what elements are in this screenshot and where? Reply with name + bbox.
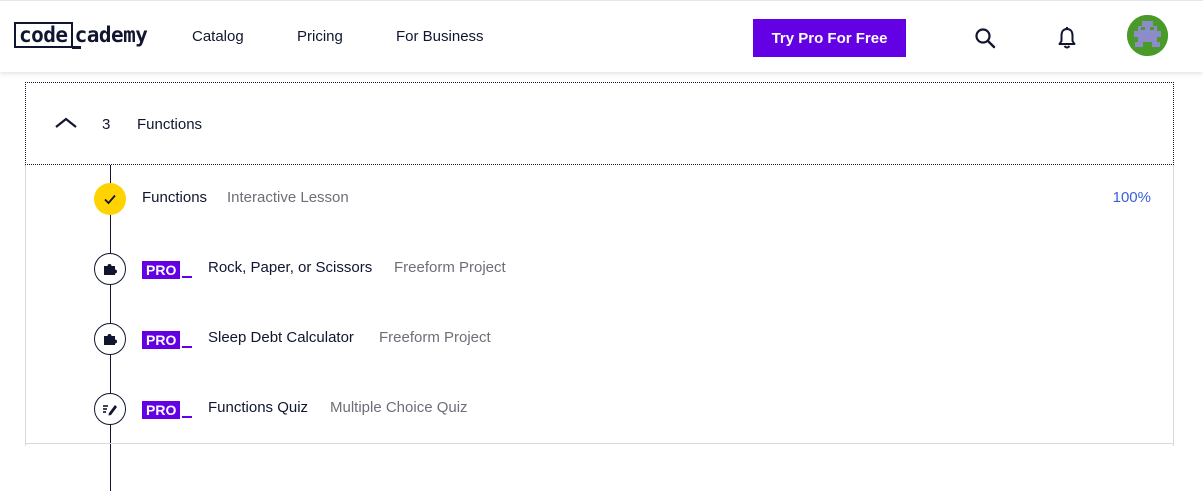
bell-icon[interactable] bbox=[1056, 26, 1078, 50]
module-title: Functions bbox=[137, 116, 203, 133]
top-navigation-bar: code cademy Catalog Pricing For Business… bbox=[0, 0, 1203, 72]
puzzle-icon bbox=[94, 323, 126, 355]
module-header-toggle[interactable]: 3 Functions bbox=[25, 82, 1174, 165]
try-pro-button[interactable]: Try Pro For Free bbox=[753, 19, 906, 57]
puzzle-icon bbox=[94, 253, 126, 285]
pro-badge-cursor bbox=[182, 346, 193, 348]
item-type: Freeform Project bbox=[379, 329, 491, 346]
pro-badge: PRO bbox=[142, 401, 193, 419]
item-title[interactable]: Sleep Debt Calculator bbox=[208, 329, 354, 346]
codecademy-logo[interactable]: code cademy bbox=[14, 22, 148, 49]
module-bottom-border bbox=[25, 443, 1174, 444]
item-title[interactable]: Functions bbox=[142, 189, 207, 206]
item-type: Multiple Choice Quiz bbox=[330, 399, 468, 416]
item-title[interactable]: Functions Quiz bbox=[208, 399, 308, 416]
nav-pricing-link[interactable]: Pricing bbox=[297, 28, 343, 45]
item-type: Interactive Lesson bbox=[227, 189, 349, 206]
list-item: PRO Functions Quiz Multiple Choice Quiz bbox=[26, 387, 1175, 431]
progress-percent: 100% bbox=[1112, 189, 1151, 206]
quiz-icon bbox=[94, 393, 126, 425]
pro-badge: PRO bbox=[142, 261, 193, 279]
user-avatar[interactable] bbox=[1127, 15, 1168, 56]
pro-badge-label: PRO bbox=[142, 401, 181, 419]
pro-badge: PRO bbox=[142, 331, 193, 349]
list-item: Functions Interactive Lesson 100% bbox=[26, 177, 1175, 221]
pro-badge-cursor bbox=[182, 276, 193, 278]
pro-badge-label: PRO bbox=[142, 261, 181, 279]
item-title[interactable]: Rock, Paper, or Scissors bbox=[208, 259, 372, 276]
pro-badge-cursor bbox=[182, 416, 193, 418]
list-item: PRO Rock, Paper, or Scissors Freeform Pr… bbox=[26, 247, 1175, 291]
chevron-up-icon bbox=[54, 115, 78, 129]
list-item: PRO Sleep Debt Calculator Freeform Proje… bbox=[26, 317, 1175, 361]
logo-rest-text: cademy bbox=[74, 23, 148, 47]
check-icon bbox=[94, 183, 126, 215]
nav-for-business-link[interactable]: For Business bbox=[396, 28, 484, 45]
module-number: 3 bbox=[102, 116, 111, 133]
logo-boxed-text: code bbox=[14, 22, 73, 48]
module-section: 3 Functions Functions Interactive Lesson… bbox=[25, 82, 1175, 491]
search-icon[interactable] bbox=[973, 26, 997, 50]
logo-cursor bbox=[72, 46, 81, 49]
pro-badge-label: PRO bbox=[142, 331, 181, 349]
item-type: Freeform Project bbox=[394, 259, 506, 276]
nav-catalog-link[interactable]: Catalog bbox=[192, 28, 244, 45]
